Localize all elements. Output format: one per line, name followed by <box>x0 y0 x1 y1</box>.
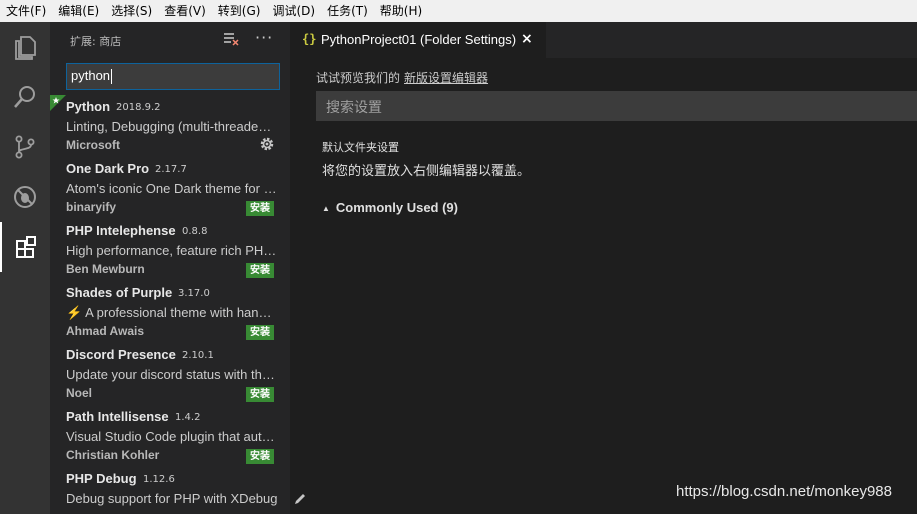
install-button[interactable]: 安装 <box>246 325 274 340</box>
extension-description: Debug support for PHP with XDebug <box>66 491 278 506</box>
extension-version: 2018.9.2 <box>116 102 161 113</box>
extension-version: 3.17.0 <box>178 288 210 299</box>
extension-version: 1.12.6 <box>143 474 175 485</box>
json-file-icon: {} <box>302 32 317 46</box>
extensions-sidebar: 扩展: 商店 ··· python Python 2018.9.2 Linting,… <box>50 22 290 514</box>
menu-tasks[interactable]: 任务(T) <box>321 0 374 22</box>
recommended-star-icon <box>50 95 66 111</box>
debug-icon[interactable] <box>0 172 50 222</box>
extension-publisher: Ben Mewburn <box>66 262 145 276</box>
extension-description: Update your discord status with the newl… <box>66 367 278 382</box>
extension-version: 1.4.2 <box>175 412 201 423</box>
default-settings-description: 将您的设置放入右侧编辑器以覆盖。 <box>322 163 531 178</box>
menu-goto[interactable]: 转到(G) <box>212 0 267 22</box>
extension-name: Shades of Purple <box>66 285 173 300</box>
extension-publisher: Ahmad Awais <box>66 324 145 338</box>
extension-publisher: Noel <box>66 386 93 400</box>
extension-name: One Dark Pro <box>66 161 150 176</box>
preview-text: 试试预览我们的 <box>316 71 401 85</box>
commonly-used-section[interactable]: ▲ Commonly Used (9) <box>322 200 458 215</box>
tab-folder-settings[interactable]: {} PythonProject01 (Folder Settings) × <box>290 22 546 58</box>
extension-description: Visual Studio Code plugin that autocompl… <box>66 429 278 444</box>
install-button[interactable]: 安装 <box>246 263 274 278</box>
files-icon[interactable] <box>0 22 50 72</box>
menu-debug[interactable]: 调试(D) <box>266 0 321 22</box>
collapse-triangle-icon: ▲ <box>322 204 330 214</box>
menu-help[interactable]: 帮助(H) <box>374 0 428 22</box>
default-settings-title: 默认文件夹设置 <box>322 142 399 154</box>
close-icon[interactable]: × <box>521 31 533 47</box>
install-button[interactable]: 安装 <box>246 201 274 216</box>
extension-version: 0.8.8 <box>182 226 208 237</box>
source-control-icon[interactable] <box>0 122 50 172</box>
extension-name: PHP Debug <box>66 471 137 486</box>
activity-bar <box>0 22 50 514</box>
extensions-icon[interactable] <box>0 222 50 272</box>
extension-item[interactable]: Path Intellisense 1.4.2 Visual Studio Code… <box>50 405 290 467</box>
clear-results-icon[interactable] <box>223 32 239 46</box>
sidebar-title: 扩展: 商店 <box>70 35 122 48</box>
sidebar-header: 扩展: 商店 ··· <box>50 22 290 57</box>
editor-area: {} PythonProject01 (Folder Settings) × 试… <box>290 22 917 514</box>
menu-view[interactable]: 查看(V) <box>158 0 212 22</box>
extension-description: Atom's iconic One Dark theme for Visual … <box>66 181 278 196</box>
new-settings-editor-link[interactable]: 新版设置编辑器 <box>404 71 488 85</box>
extension-publisher: Microsoft <box>66 138 120 152</box>
settings-search-input[interactable]: 搜索设置 <box>316 91 917 121</box>
pencil-icon[interactable] <box>293 492 307 506</box>
extension-version: 2.10.1 <box>182 350 214 361</box>
extension-item[interactable]: Python 2018.9.2 Linting, Debugging (multi-… <box>50 95 290 157</box>
extension-name: Discord Presence <box>66 347 176 362</box>
extension-item[interactable]: PHP Debug 1.12.6 Debug support for PHP wit… <box>50 467 290 514</box>
tab-bar: {} PythonProject01 (Folder Settings) × <box>290 22 917 58</box>
extension-name: Python <box>66 99 111 114</box>
section-label: Commonly Used (9) <box>335 200 458 215</box>
extension-name: PHP Intelephense <box>66 223 176 238</box>
install-button[interactable]: 安装 <box>246 449 274 464</box>
extension-description: ⚡ A professional theme with hand-picked … <box>66 305 278 320</box>
install-button[interactable]: 安装 <box>246 387 274 402</box>
extension-name: Path Intellisense <box>66 409 169 424</box>
menu-file[interactable]: 文件(F) <box>0 0 52 22</box>
extension-item[interactable]: One Dark Pro 2.17.7 Atom's iconic One Dark… <box>50 157 290 219</box>
extension-search-input[interactable]: python <box>66 63 280 90</box>
extension-item[interactable]: Discord Presence 2.10.1 Update your discor… <box>50 343 290 405</box>
extension-publisher: binaryify <box>66 200 117 214</box>
extension-description: High performance, feature rich PHP intel… <box>66 243 278 258</box>
more-actions-icon[interactable]: ··· <box>255 28 273 47</box>
preview-banner: 试试预览我们的 新版设置编辑器 <box>316 69 488 86</box>
extension-item[interactable]: Shades of Purple 3.17.0 ⚡ A professional t… <box>50 281 290 343</box>
tab-label: PythonProject01 (Folder Settings) <box>321 32 517 47</box>
search-value: python <box>71 68 111 83</box>
extension-version: 2.17.7 <box>155 164 187 175</box>
gear-icon[interactable] <box>258 135 276 153</box>
extension-item[interactable]: PHP Intelephense 0.8.8 High performance, f… <box>50 219 290 281</box>
menu-selection[interactable]: 选择(S) <box>105 0 158 22</box>
search-icon[interactable] <box>0 72 50 122</box>
extension-description: Linting, Debugging (multi-threaded, remo… <box>66 119 278 134</box>
menu-edit[interactable]: 编辑(E) <box>52 0 105 22</box>
menu-bar: 文件(F) 编辑(E) 选择(S) 查看(V) 转到(G) 调试(D) 任务(T… <box>0 0 917 22</box>
extension-publisher: Christian Kohler <box>66 448 160 462</box>
watermark: https://blog.csdn.net/monkey988 <box>676 483 892 500</box>
